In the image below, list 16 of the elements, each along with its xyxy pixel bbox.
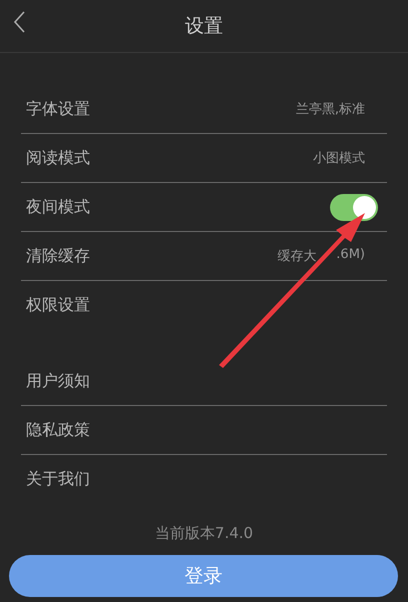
night-mode-switch[interactable] [330,194,378,220]
page-title: 设置 [185,14,223,39]
back-icon[interactable] [12,10,26,34]
setting-label[interactable]: 用户须知 [21,370,90,392]
setting-value: .6M) [336,247,365,264]
setting-value: 缓存大 [277,248,316,265]
setting-value: 兰亭黑,标准 [296,101,365,118]
setting-label[interactable]: 隐私政策 [21,420,90,440]
setting-label[interactable]: 阅读模式 [21,148,90,168]
setting-label[interactable]: 清除缓存 [21,246,90,266]
setting-label[interactable]: 夜间模式 [21,196,90,218]
setting-label[interactable]: 字体设置 [21,98,90,120]
setting-label[interactable]: 权限设置 [21,295,90,316]
setting-value: 小图模式 [313,150,365,167]
setting-label[interactable]: 关于我们 [21,469,90,490]
version-text: 当前版本7.4.0 [154,524,254,543]
